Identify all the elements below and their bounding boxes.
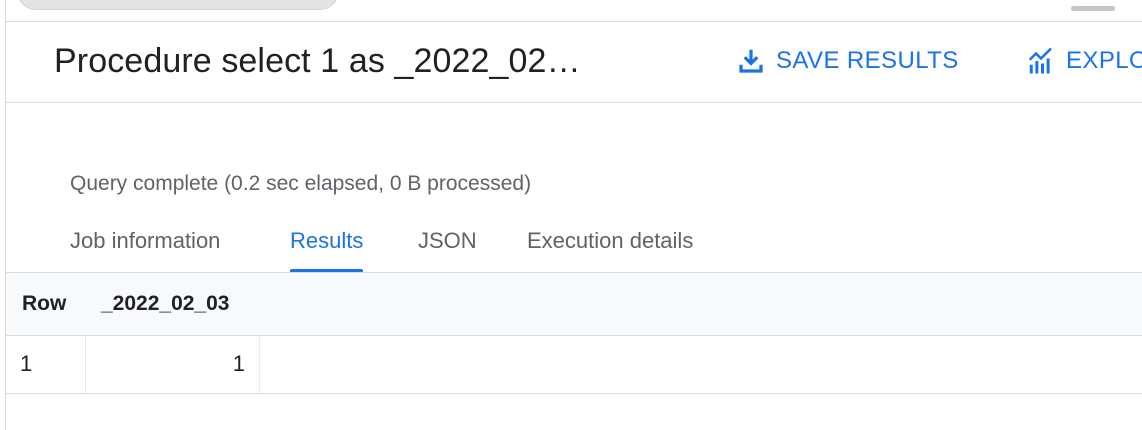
tab-execution-details[interactable]: Execution details xyxy=(527,224,693,272)
tab-json[interactable]: JSON xyxy=(418,224,477,272)
chart-icon xyxy=(1026,46,1056,76)
cell-value[interactable]: 1 xyxy=(85,351,245,377)
table-header-row: Row _2022_02_03 xyxy=(6,272,1142,336)
explore-data-label: EXPLO xyxy=(1066,47,1142,74)
tab-pill[interactable] xyxy=(17,0,339,10)
drag-handle[interactable] xyxy=(1071,6,1115,11)
query-results-panel: Procedure select 1 as _2022_02… SAVE RES… xyxy=(5,0,1142,430)
row-number: 1 xyxy=(20,351,33,376)
results-header: Procedure select 1 as _2022_02… SAVE RES… xyxy=(6,22,1142,103)
results-table: Row _2022_02_03 1 1 xyxy=(6,272,1142,394)
save-results-button[interactable]: SAVE RESULTS xyxy=(736,44,959,78)
download-icon xyxy=(736,46,766,76)
column-header-row: Row xyxy=(22,292,67,315)
column-header-value[interactable]: _2022_02_03 xyxy=(101,292,229,316)
explore-data-button[interactable]: EXPLO xyxy=(1026,44,1142,78)
query-status: Query complete (0.2 sec elapsed, 0 B pro… xyxy=(70,172,532,195)
save-results-label: SAVE RESULTS xyxy=(776,47,959,74)
tab-job-information[interactable]: Job information xyxy=(70,224,220,272)
table-row[interactable]: 1 1 xyxy=(6,336,1142,394)
tab-results[interactable]: Results xyxy=(290,224,364,272)
cell-divider xyxy=(259,336,260,393)
page-title: Procedure select 1 as _2022_02… xyxy=(54,42,581,80)
